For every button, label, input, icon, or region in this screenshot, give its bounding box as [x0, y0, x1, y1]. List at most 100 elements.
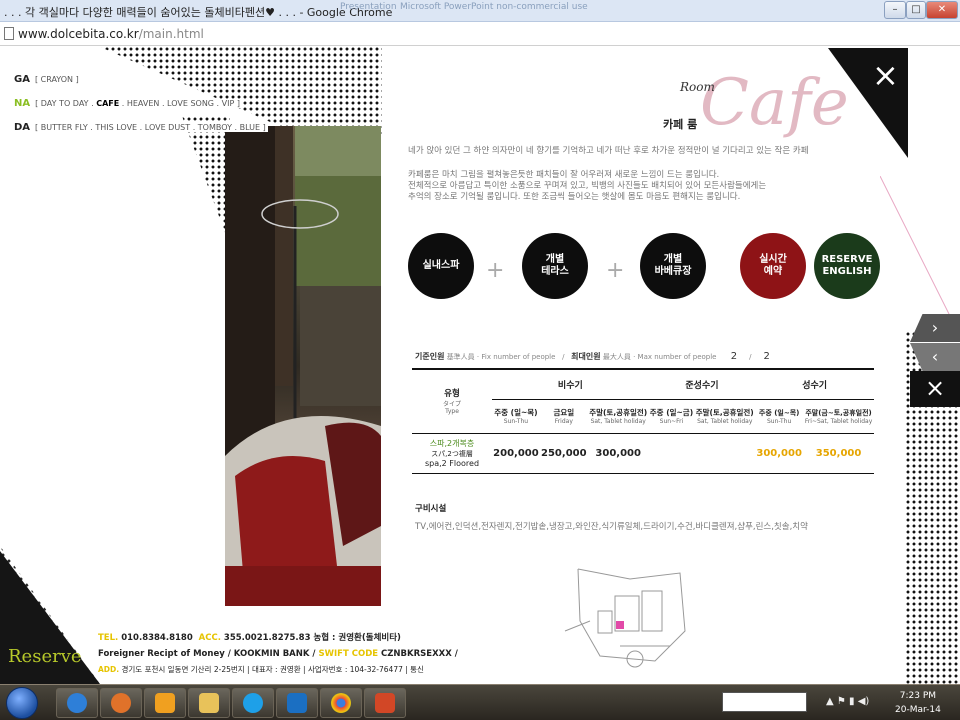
- type-label: 유형: [444, 389, 460, 400]
- day-header: 주중 (일~목) Sun-Thu: [492, 399, 540, 433]
- menu-item-cafe[interactable]: CAFE: [96, 99, 119, 108]
- menu-row-da: DA[ BUTTER FLY . THIS LOVE . LOVE DUST .…: [14, 122, 268, 133]
- menu-key-na: NA: [14, 98, 31, 109]
- room-type-cell: 스파,2개복층 スパ,2つ複層 spa,2 Floored: [412, 433, 492, 473]
- close-side-button[interactable]: ×: [910, 371, 960, 407]
- browser-title-bar: . . . 각 객실마다 다양한 매력들이 숨어있는 돌체비타펜션♥ . . .…: [0, 0, 960, 22]
- address-bar[interactable]: www.dolcebita.co.kr/main.html: [0, 22, 960, 46]
- menu-item-love-dust[interactable]: LOVE DUST: [145, 123, 190, 132]
- windows-taskbar: ▲ ⚑ ▮ ◀) 7:23 PM 20-Mar-14: [0, 684, 960, 720]
- firefox-icon[interactable]: [100, 688, 142, 718]
- feature-label: 실내스파: [422, 260, 460, 271]
- clock[interactable]: 7:23 PM 20-Mar-14: [895, 689, 941, 717]
- day-header: 주말(토,공휴일전) Sat, Tablet holiday: [694, 399, 755, 433]
- menu-item-blue[interactable]: BLUE: [240, 123, 260, 132]
- day-en: Sun-Thu: [766, 417, 792, 425]
- maximize-button[interactable]: □: [906, 1, 926, 19]
- day-ko: 주말(금~토,공휴일전): [805, 408, 872, 417]
- celcom-icon[interactable]: [276, 688, 318, 718]
- price-cell: 250,000: [541, 447, 587, 459]
- day-en: Sat, Tablet holiday: [590, 418, 646, 425]
- menu-item-vip[interactable]: VIP: [222, 99, 235, 108]
- menu-item-butter-fly[interactable]: BUTTER FLY: [41, 123, 88, 132]
- season-header: 준성수기: [648, 369, 756, 400]
- minimize-button[interactable]: –: [884, 1, 906, 19]
- menu-item-crayon[interactable]: CRAYON: [41, 75, 73, 84]
- menu-item-love-song[interactable]: LOVE SONG: [167, 99, 214, 108]
- base-capacity-label: 기준인원: [415, 352, 445, 361]
- reserve-english-button[interactable]: RESERVE ENGLISH: [814, 233, 880, 299]
- day-ko: 주중 (일~목): [758, 408, 800, 417]
- feature-label: 개별 바베큐장: [654, 254, 692, 277]
- taskbar-search-input[interactable]: [722, 692, 807, 712]
- rate-table: 유형 タイプ Type 비수기 준성수기 성수기 주중 (일~목) Sun-Thu…: [412, 368, 874, 474]
- button-label: RESERVE ENGLISH: [821, 254, 873, 277]
- swift-label: SWIFT CODE: [318, 649, 379, 659]
- swift-code: CZNBKRSEXXX /: [381, 649, 458, 659]
- url-text[interactable]: www.dolcebita.co.kr/main.html: [18, 27, 204, 41]
- tray-icons[interactable]: ▲ ⚑ ▮ ◀): [826, 696, 869, 707]
- menu-item-this-love[interactable]: THIS LOVE: [95, 123, 137, 132]
- menu-row-na: NA[ DAY TO DAY . CAFE . HEAVEN . LOVE SO…: [14, 98, 242, 109]
- room-type-jp: スパ,2つ複層: [431, 450, 473, 458]
- menu-item-heaven[interactable]: HEAVEN: [127, 99, 160, 108]
- price-cell-peak: 300,000: [756, 447, 802, 459]
- close-icon[interactable]: ×: [872, 56, 899, 94]
- day-en: Sat, Tablet holiday: [697, 418, 753, 425]
- button-label: 실시간 예약: [759, 254, 787, 277]
- address: 경기도 포천시 일동면 기산리 2-25번지 | 대표자 : 권영환 | 사업자…: [121, 665, 424, 674]
- type-header: 유형 タイプ Type: [412, 369, 492, 433]
- day-en: Sun~Fri: [659, 418, 684, 425]
- explorer-icon[interactable]: [188, 688, 230, 718]
- feature-terrace: 개별 테라스: [522, 233, 588, 299]
- description-line: 전체적으로 아름답고 특이한 소품으로 꾸며져 있고, 빅뱅의 사진들도 배치되…: [408, 181, 767, 191]
- ie-icon[interactable]: [56, 688, 98, 718]
- realtime-reserve-button[interactable]: 실시간 예약: [740, 233, 806, 299]
- day-header: 주말(금~토,공휴일전) Fri~Sat, Tablet holiday: [803, 399, 874, 433]
- base-capacity-sub: 基準人員 · Fix number of people: [446, 353, 556, 361]
- price-cell: 300,000: [595, 447, 641, 459]
- close-window-button[interactable]: ✕: [926, 1, 958, 19]
- background-tab[interactable]: Presentation: [340, 2, 397, 18]
- room-menu: GA[ CRAYON ] NA[ DAY TO DAY . CAFE . HEA…: [14, 68, 268, 140]
- day-en: Fri~Sat, Tablet holiday: [804, 417, 873, 425]
- menu-key-ga: GA: [14, 74, 30, 85]
- media-player-icon[interactable]: [144, 688, 186, 718]
- pink-diagonal-line: [880, 176, 960, 336]
- day-header: 주말(토,공휴일전) Sat, Tablet holiday: [588, 399, 649, 433]
- room-script-label: Room: [680, 80, 715, 94]
- day-ko: 주중 (일~금): [649, 408, 694, 417]
- max-capacity-sub: 最大人員 · Max number of people: [602, 353, 717, 361]
- separator: /: [562, 353, 565, 361]
- menu-item-tomboy[interactable]: TOMBOY: [198, 123, 232, 132]
- description-line: 카페룸은 마치 그림을 펼쳐놓은듯한 패치들이 잘 어우러져 새로운 느낌이 드…: [408, 170, 720, 180]
- powerpoint-icon[interactable]: [364, 688, 406, 718]
- amenities-list: TV,에어컨,인덕션,전자렌지,전기밥솥,냉장고,와인잔,식기류일체,드라이기,…: [415, 522, 808, 532]
- base-capacity-value: 2: [730, 351, 738, 362]
- foreign-remit: Foreigner Recipt of Money / KOOKMIN BANK…: [98, 649, 316, 659]
- window-title: . . . 각 객실마다 다양한 매력들이 숨어있는 돌체비타펜션♥ . . .…: [4, 6, 393, 19]
- day-en: Friday: [554, 418, 573, 425]
- menu-item-day-to-day[interactable]: DAY TO DAY: [41, 99, 89, 108]
- price-cell-peak: 350,000: [815, 447, 862, 459]
- start-button[interactable]: [6, 687, 38, 719]
- url-host: www.dolcebita.co.kr: [18, 27, 139, 41]
- skype-icon[interactable]: [232, 688, 274, 718]
- room-tagline: 네가 앉아 있던 그 하얀 의자만이 네 향기를 기억하고 네가 떠난 후로 차…: [408, 146, 809, 156]
- season-header: 성수기: [755, 369, 874, 400]
- web-page: GA[ CRAYON ] NA[ DAY TO DAY . CAFE . HEA…: [0, 46, 960, 684]
- url-path: /main.html: [138, 27, 204, 41]
- reserve-logo[interactable]: Reserve: [8, 646, 82, 667]
- chrome-icon[interactable]: [320, 688, 362, 718]
- max-capacity-value: 2: [763, 351, 770, 362]
- menu-key-da: DA: [14, 122, 31, 133]
- background-tab[interactable]: Microsoft PowerPoint non-commercial use: [400, 2, 588, 18]
- day-ko: 금요일: [553, 408, 575, 417]
- price-cell: [649, 433, 695, 473]
- capacity-info: 기준인원 基準人員 · Fix number of people / 최대인원 …: [415, 351, 782, 362]
- room-title: 카페 룸: [663, 118, 698, 131]
- feature-label: 개별 테라스: [541, 254, 569, 277]
- description-line: 추억의 장소로 기억될 룸입니다. 또한 조금씩 들어오는 햇살에 몸도 마음도…: [408, 192, 741, 202]
- max-capacity-label: 최대인원: [571, 352, 601, 361]
- feature-spa: 실내스파: [408, 233, 474, 299]
